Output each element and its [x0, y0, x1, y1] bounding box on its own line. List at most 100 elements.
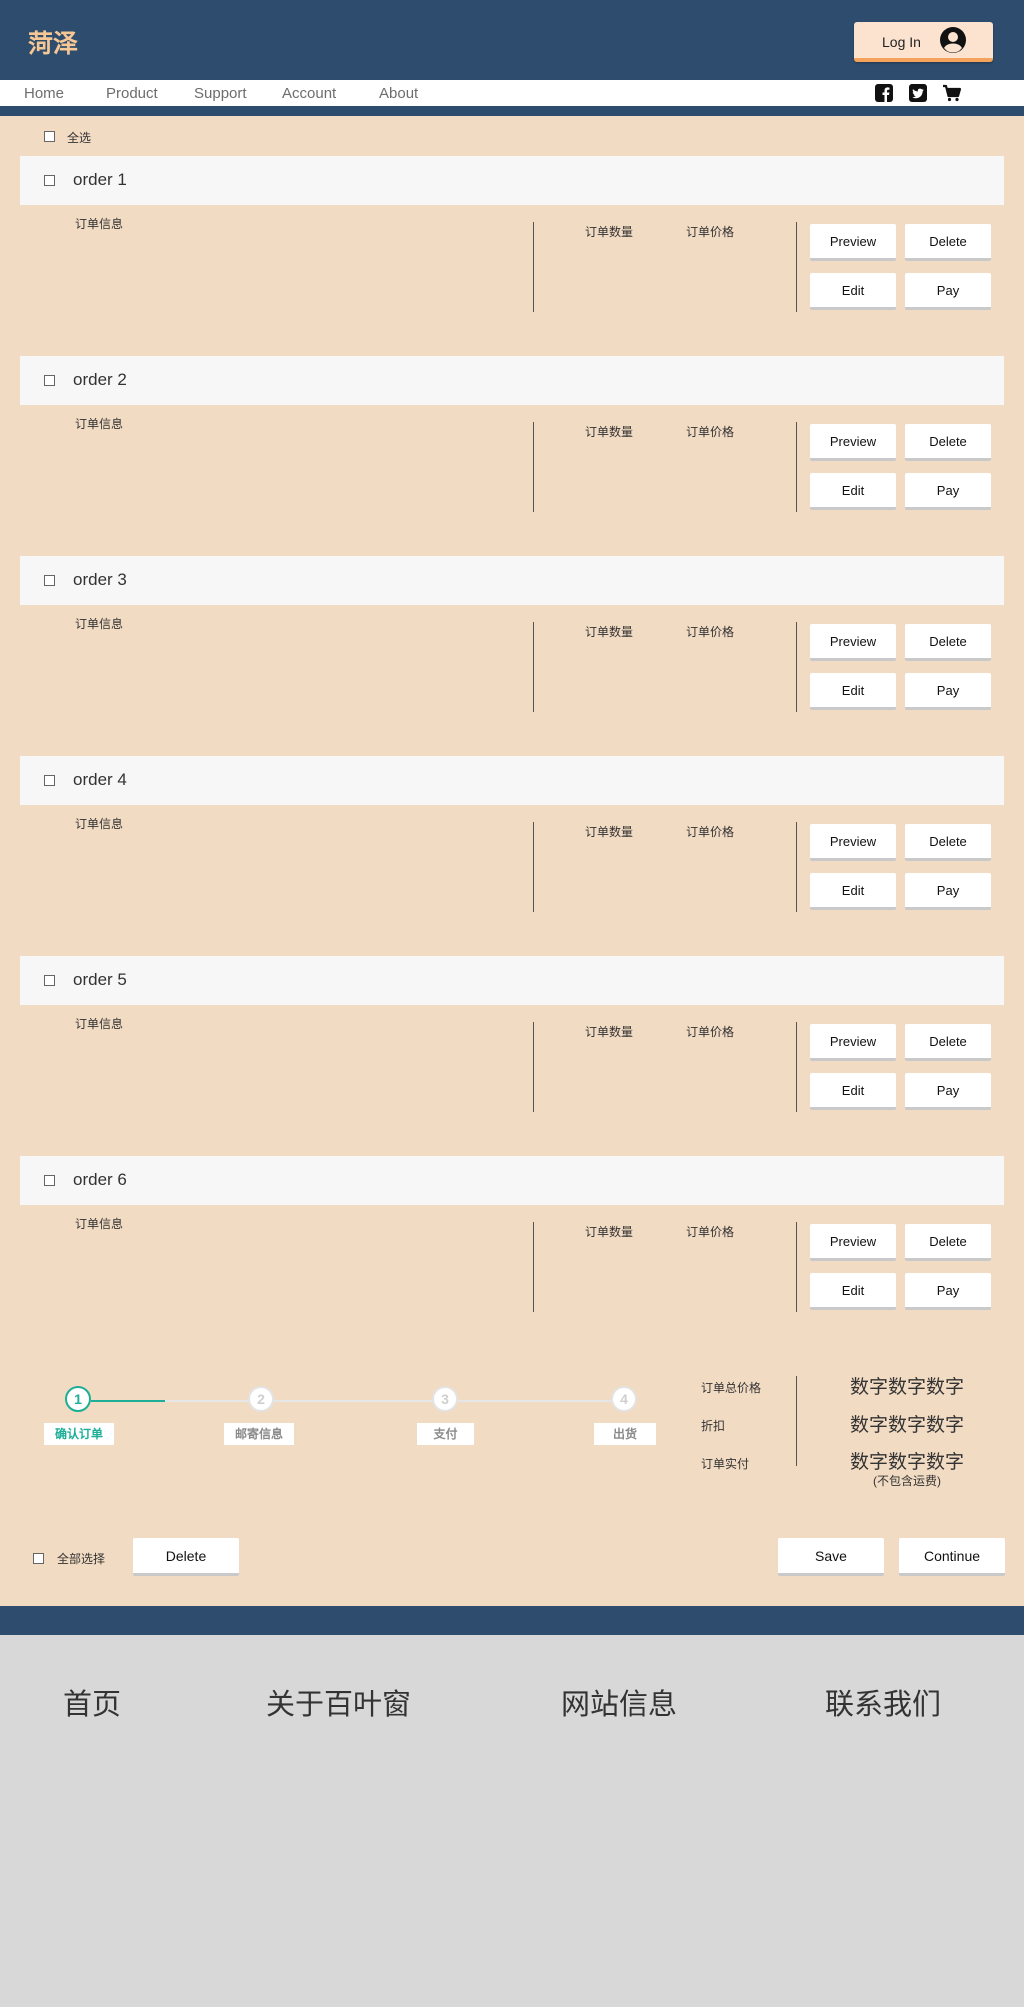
order-title: order 2 — [73, 370, 127, 389]
order-title: order 4 — [73, 770, 127, 789]
save-button[interactable]: Save — [778, 1538, 884, 1576]
select-all-checkbox[interactable] — [44, 131, 55, 142]
nav-item-product[interactable]: Product — [106, 85, 158, 102]
order-header: order 1 — [20, 156, 1004, 205]
summary-paid-value: 数字数字数字 — [850, 1452, 965, 1473]
nav-item-home[interactable]: Home — [24, 85, 64, 102]
order-divider-left — [533, 1022, 534, 1112]
order-info-label: 订单信息 — [75, 1217, 124, 1231]
step-4-label: 出货 — [594, 1423, 656, 1445]
footer-link-contact[interactable]: 联系我们 — [825, 1681, 941, 1723]
order-divider-right — [796, 422, 797, 512]
login-button[interactable]: Log In — [854, 22, 993, 62]
order-card: order 4 订单信息订单数量 订单价格 Preview Delete Edit Pay — [0, 756, 1024, 916]
preview-button[interactable]: Preview — [810, 1224, 896, 1261]
delete-button[interactable]: Delete — [905, 224, 991, 261]
step-connector-active — [91, 1400, 165, 1402]
edit-button[interactable]: Edit — [810, 673, 896, 710]
order-header: order 3 — [20, 556, 1004, 605]
order-card: order 1 订单信息 订单数量 订单价格 Preview Delete Edit Pay — [0, 156, 1024, 316]
order-checkbox[interactable] — [44, 775, 55, 786]
order-card: order 3 订单信息 订单数量 订单价格 Preview Delete Edit Pay — [0, 556, 1024, 716]
summary-paid-label: 订单实付 — [701, 1457, 750, 1471]
site-logo[interactable]: 菏泽 — [28, 24, 78, 60]
order-info-label: 订单信息 — [75, 417, 124, 431]
pay-button[interactable]: Pay — [905, 1273, 991, 1310]
preview-button[interactable]: Preview — [810, 424, 896, 461]
main-nav: Home Product Support Account About — [0, 80, 1024, 106]
preview-button[interactable]: Preview — [810, 624, 896, 661]
pay-button[interactable]: Pay — [905, 1073, 991, 1110]
summary-discount-value: 数字数字数字 — [850, 1415, 965, 1436]
order-header: order 2 — [20, 356, 1004, 405]
summary-shipping-note: (不包含运费) — [873, 1474, 941, 1488]
order-divider-right — [796, 822, 797, 912]
footer-link-about[interactable]: 关于百叶窗 — [266, 1681, 411, 1723]
delete-button[interactable]: Delete — [905, 824, 991, 861]
select-all-label: 全选 — [67, 131, 92, 145]
summary-total-value: 数字数字数字 — [850, 1377, 965, 1398]
order-price-label: 订单价格 — [686, 425, 735, 439]
pay-button[interactable]: Pay — [905, 873, 991, 910]
twitter-icon[interactable] — [908, 83, 928, 103]
step-3-circle: 3 — [432, 1386, 458, 1412]
order-checkbox[interactable] — [44, 975, 55, 986]
nav-item-support[interactable]: Support — [194, 85, 247, 102]
nav-item-about[interactable]: About — [379, 85, 418, 102]
pay-button[interactable]: Pay — [905, 473, 991, 510]
pay-button[interactable]: Pay — [905, 673, 991, 710]
step-1-circle: 1 — [65, 1386, 91, 1412]
delete-button[interactable]: Delete — [905, 1024, 991, 1061]
order-divider-right — [796, 222, 797, 312]
step-1-label: 确认订单 — [44, 1423, 114, 1445]
order-header: order 6 — [20, 1156, 1004, 1205]
order-card: order 6 订单信息 订单数量 订单价格 Preview Delete Edit Pay — [0, 1156, 1024, 1316]
footer-divider — [0, 1606, 1024, 1635]
edit-button[interactable]: Edit — [810, 1273, 896, 1310]
footer-link-home[interactable]: 首页 — [63, 1681, 121, 1723]
order-divider-left — [533, 622, 534, 712]
edit-button[interactable]: Edit — [810, 273, 896, 310]
delete-button[interactable]: Delete — [905, 624, 991, 661]
preview-button[interactable]: Preview — [810, 1024, 896, 1061]
order-checkbox[interactable] — [44, 175, 55, 186]
order-price-label: 订单价格 — [686, 1225, 735, 1239]
step-2-circle: 2 — [248, 1386, 274, 1412]
order-checkbox[interactable] — [44, 575, 55, 586]
nav-item-account[interactable]: Account — [282, 85, 336, 102]
preview-button[interactable]: Preview — [810, 224, 896, 261]
order-card: order 5 订单信息 订单数量 订单价格 Preview Delete Edit Pay — [0, 956, 1024, 1116]
order-info-label: 订单信息 — [75, 217, 124, 231]
delete-button[interactable]: Delete — [905, 424, 991, 461]
bulk-delete-button[interactable]: Delete — [133, 1538, 239, 1576]
order-qty-label: 订单数量 — [585, 1025, 634, 1039]
select-all-bottom-checkbox[interactable] — [33, 1553, 44, 1564]
select-all-bottom-label: 全部选择 — [57, 1552, 106, 1566]
order-header: order 5 — [20, 956, 1004, 1005]
step-connector-rest — [165, 1400, 620, 1402]
preview-button[interactable]: Preview — [810, 824, 896, 861]
order-header: order 4 — [20, 756, 1004, 805]
site-header: 菏泽 Log In — [0, 0, 1024, 80]
user-circle-icon — [940, 27, 966, 53]
order-price-label: 订单价格 — [686, 825, 735, 839]
pay-button[interactable]: Pay — [905, 273, 991, 310]
edit-button[interactable]: Edit — [810, 473, 896, 510]
step-2-label: 邮寄信息 — [224, 1423, 294, 1445]
order-info-label: 订单信息 — [75, 1017, 124, 1031]
order-title: order 3 — [73, 570, 127, 589]
continue-button[interactable]: Continue — [899, 1538, 1005, 1576]
order-qty-label: 订单数量 — [585, 825, 634, 839]
edit-button[interactable]: Edit — [810, 1073, 896, 1110]
delete-button[interactable]: Delete — [905, 1224, 991, 1261]
cart-icon[interactable] — [942, 83, 962, 103]
footer-link-site-info[interactable]: 网站信息 — [561, 1681, 677, 1723]
order-checkbox[interactable] — [44, 1175, 55, 1186]
order-divider-left — [533, 822, 534, 912]
edit-button[interactable]: Edit — [810, 873, 896, 910]
order-info-label: 订单信息 — [75, 817, 124, 831]
order-checkbox[interactable] — [44, 375, 55, 386]
facebook-icon[interactable] — [874, 83, 894, 103]
order-divider-right — [796, 622, 797, 712]
order-price-label: 订单价格 — [686, 625, 735, 639]
